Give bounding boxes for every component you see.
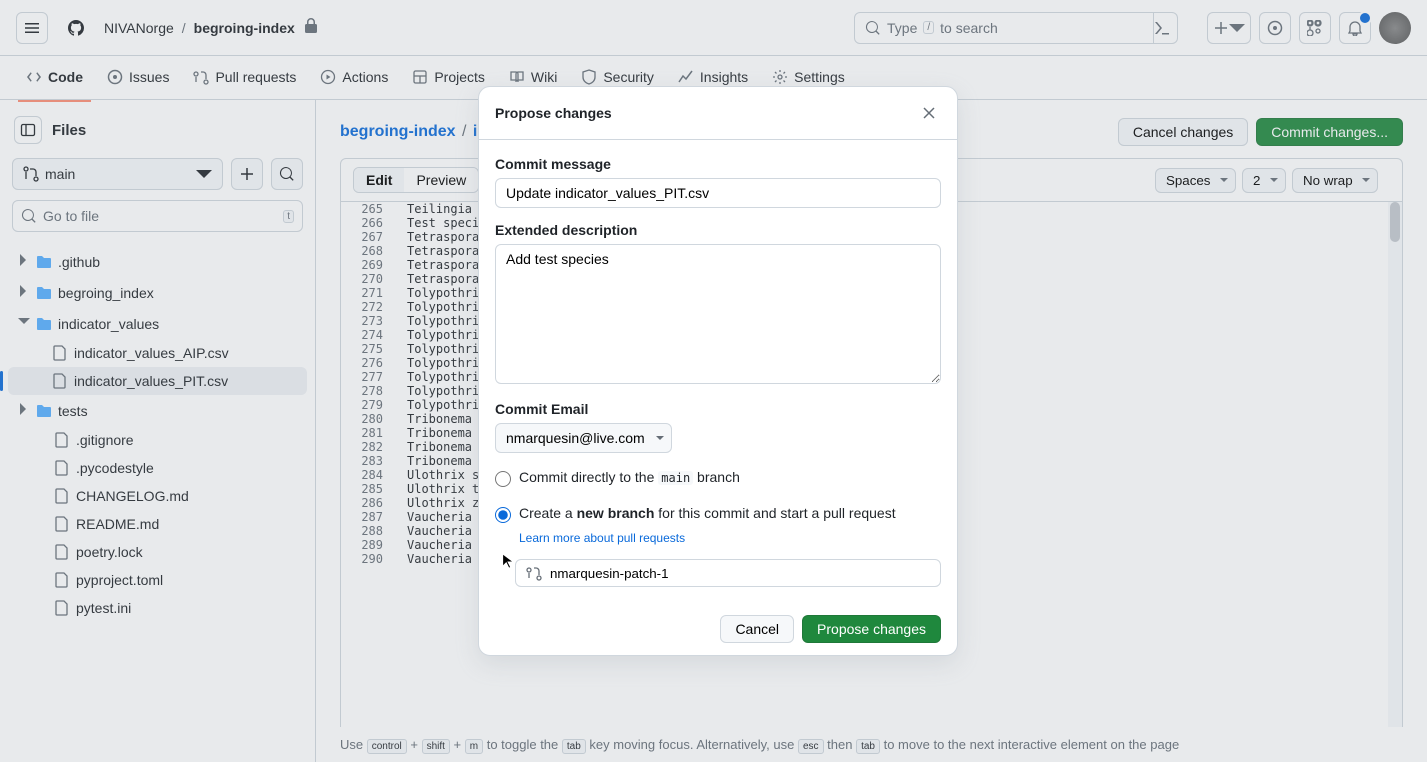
cancel-button[interactable]: Cancel	[720, 615, 794, 643]
learn-link[interactable]: Learn more about pull requests	[519, 531, 941, 545]
new-branch-radio[interactable]	[495, 507, 511, 523]
close-icon[interactable]	[917, 101, 941, 125]
commit-direct-label: Commit directly to the main branch	[519, 469, 740, 485]
branch-name-input-row	[515, 559, 941, 587]
commit-message-label: Commit message	[495, 156, 941, 172]
propose-changes-dialog: Propose changes Commit message Extended …	[478, 86, 958, 656]
modal-title: Propose changes	[495, 105, 612, 121]
commit-direct-radio[interactable]	[495, 471, 511, 487]
pr-icon	[526, 565, 542, 581]
branch-name-input[interactable]	[550, 566, 930, 581]
email-label: Commit Email	[495, 401, 941, 417]
description-label: Extended description	[495, 222, 941, 238]
email-select[interactable]: nmarquesin@live.com	[495, 423, 672, 453]
commit-message-input[interactable]	[495, 178, 941, 208]
description-input[interactable]	[495, 244, 941, 384]
propose-changes-button[interactable]: Propose changes	[802, 615, 941, 643]
new-branch-label: Create a new branch for this commit and …	[519, 505, 896, 521]
